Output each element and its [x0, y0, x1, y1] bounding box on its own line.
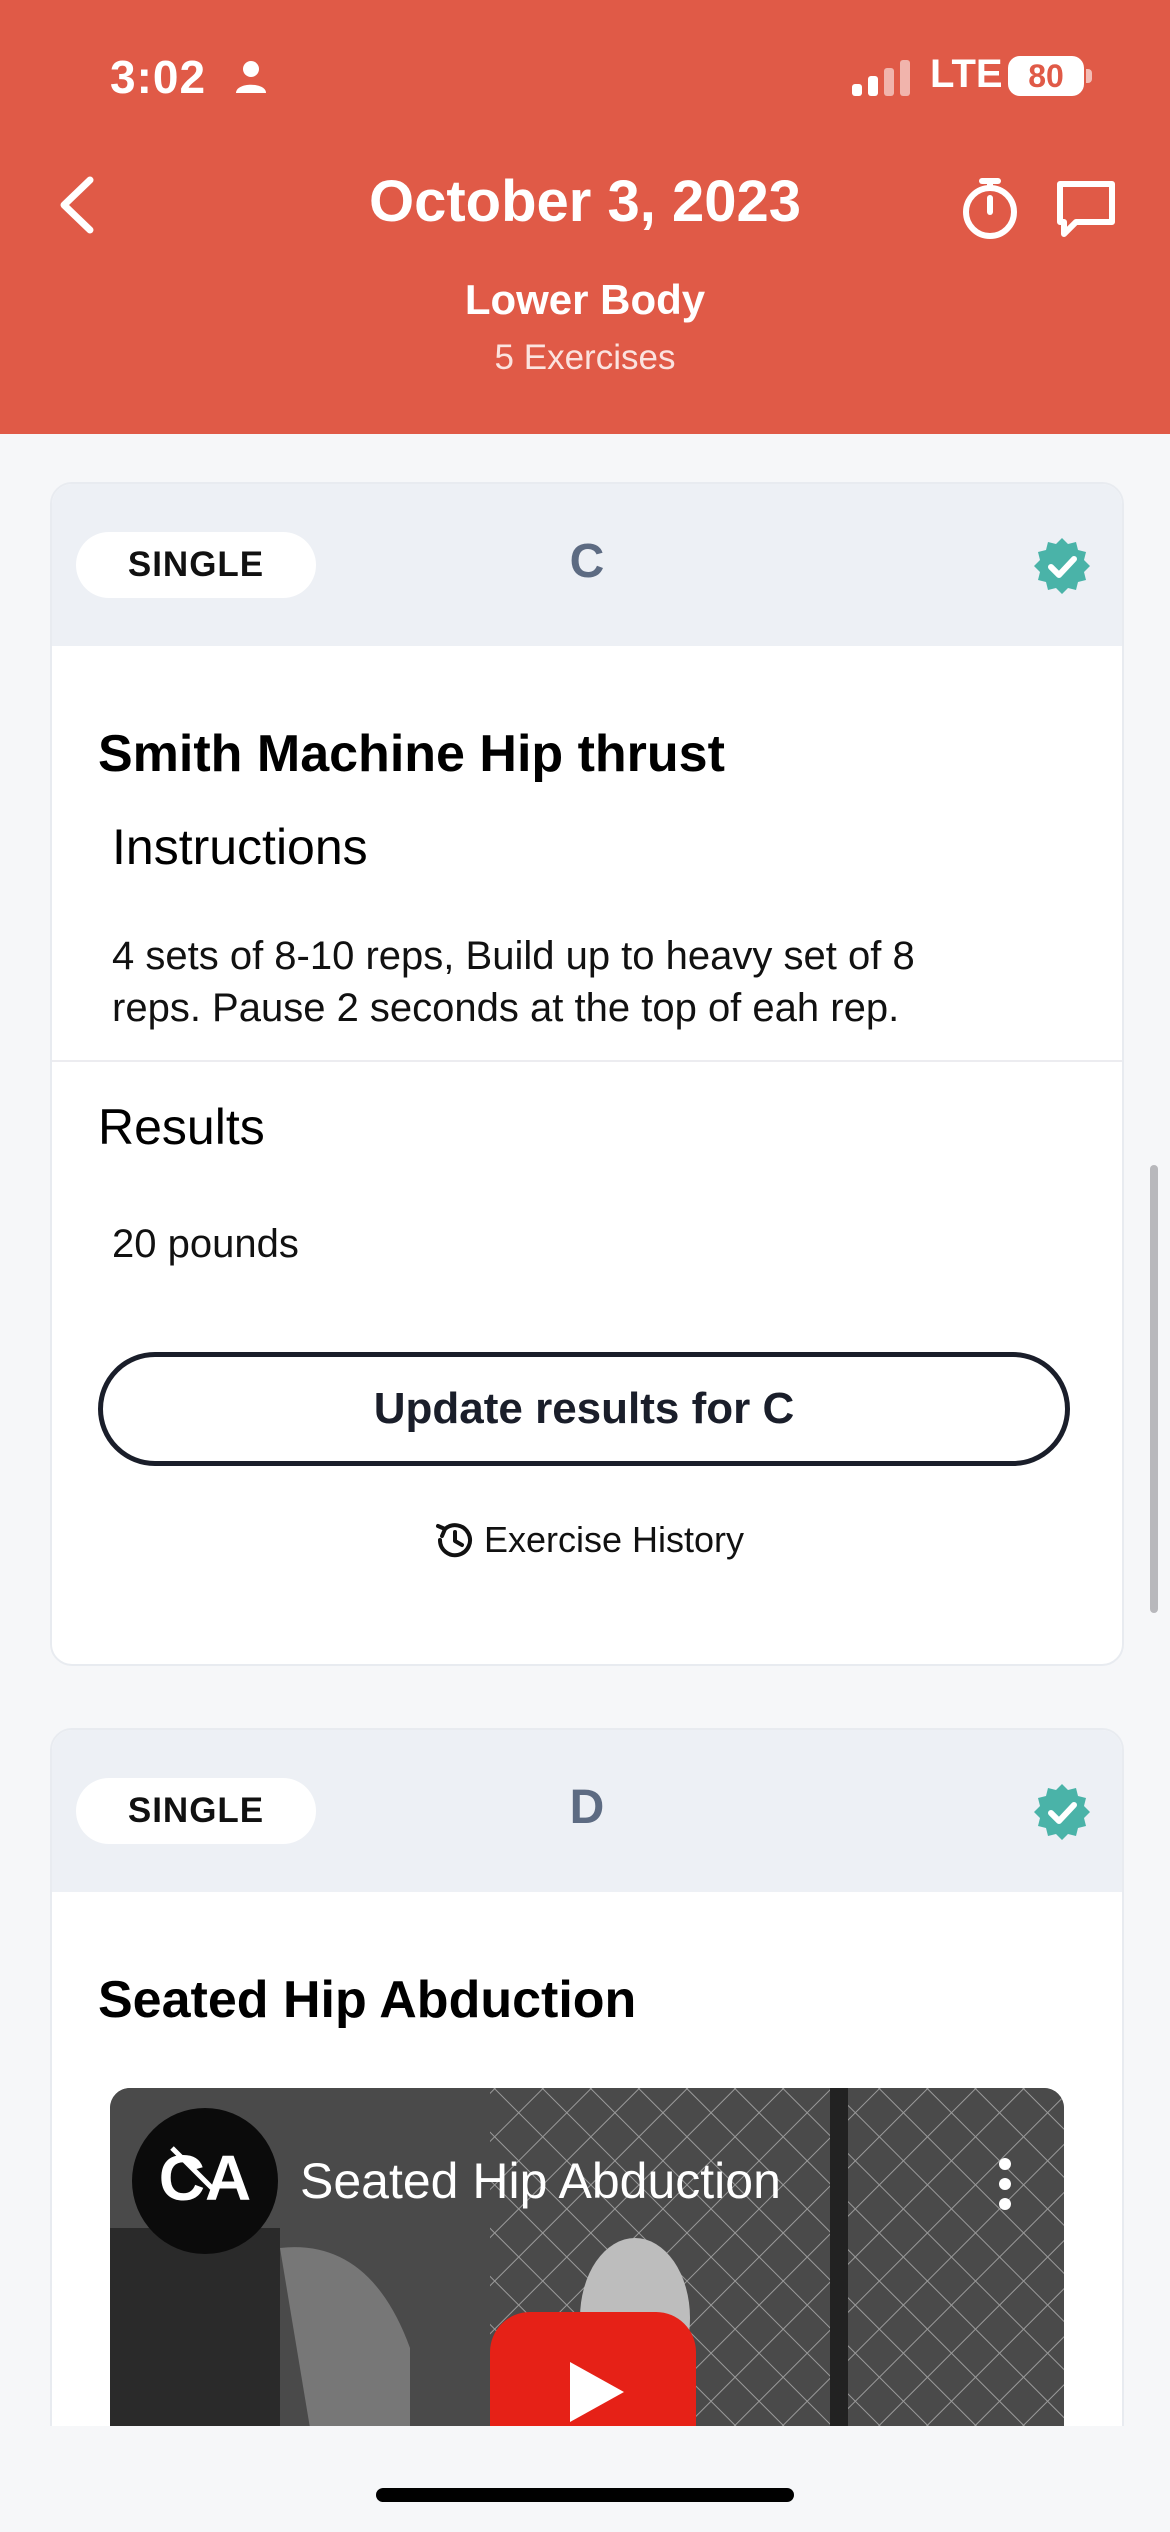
instructions-heading: Instructions [112, 819, 368, 875]
exercise-letter: C [569, 535, 605, 588]
home-indicator[interactable] [376, 2488, 794, 2502]
stopwatch-icon[interactable] [958, 176, 1022, 240]
exercise-history-label: Exercise History [483, 1519, 745, 1560]
battery-icon: 80 [1008, 56, 1092, 96]
completed-check-icon [1034, 538, 1090, 594]
results-heading: Results [98, 1099, 265, 1155]
history-icon [435, 1523, 472, 1558]
exercise-name: Seated Hip Abduction [98, 1971, 637, 2029]
signal-icon [852, 60, 910, 96]
exercise-history-link[interactable]: Exercise History [52, 1516, 1122, 1576]
workout-name: Lower Body [464, 276, 706, 323]
instructions-text: 4 sets of 8-10 reps, Build up to heavy s… [112, 934, 915, 1030]
card-header: SINGLE C [52, 484, 1122, 646]
exercise-name: Smith Machine Hip thrust [98, 725, 725, 783]
result-value: 20 pounds [112, 1222, 299, 1266]
channel-logo[interactable]: CA [132, 2108, 278, 2254]
exercise-card-c: SINGLE C Smith Machine Hip thrust Instru… [50, 482, 1124, 1666]
scrollbar[interactable] [1150, 1165, 1158, 1613]
video-title: Seated Hip Abduction [300, 2153, 781, 2209]
completed-check-icon [1034, 1784, 1090, 1840]
divider [52, 1060, 1122, 1062]
chat-icon[interactable] [1054, 176, 1118, 240]
exercise-letter: D [569, 1781, 605, 1834]
muted-icon: CA [159, 2142, 251, 2214]
battery-level: 80 [1008, 56, 1084, 96]
card-header: SINGLE D [52, 1730, 1122, 1892]
exercise-count: 5 Exercises [494, 338, 676, 377]
more-options-icon[interactable] [990, 2154, 1020, 2214]
bottom-area [0, 2426, 1170, 2532]
header: 3:02 LTE 80 October 3, 2023 Lower Body 5… [0, 0, 1170, 434]
network-type: LTE [930, 52, 1003, 96]
status-time: 3:02 [110, 51, 207, 103]
update-results-button[interactable]: Update results for C [98, 1352, 1070, 1466]
person-icon [236, 61, 266, 93]
